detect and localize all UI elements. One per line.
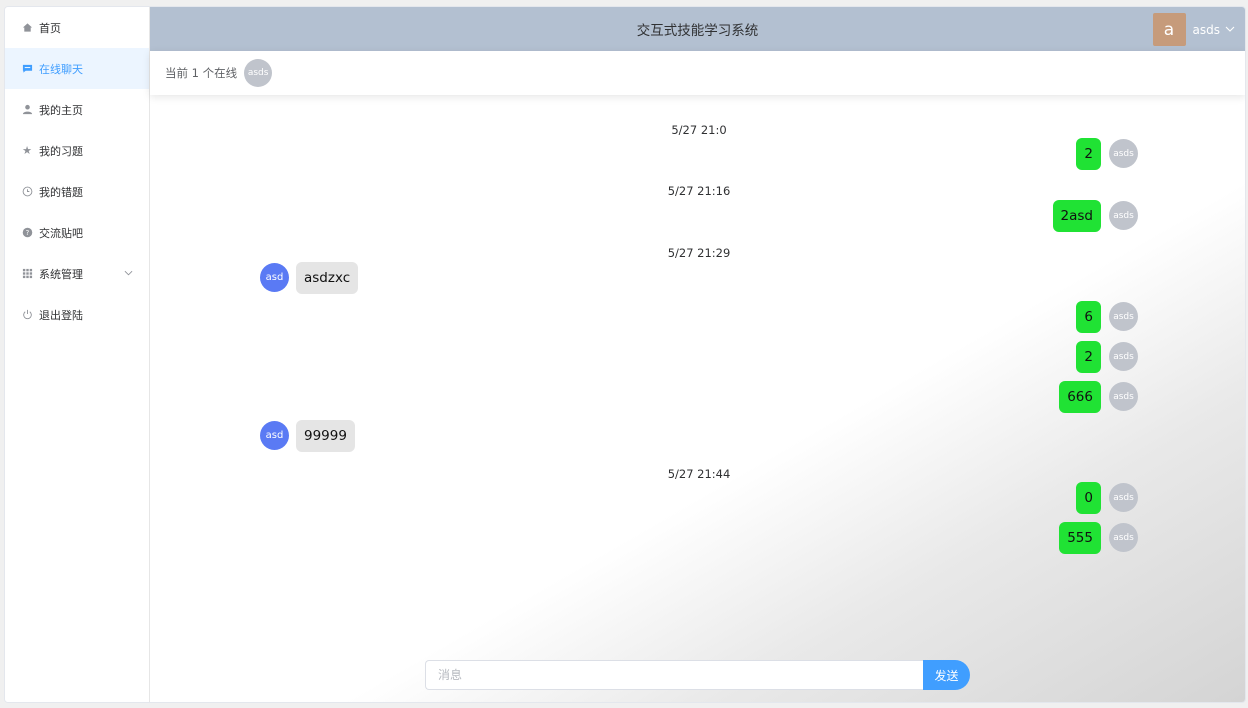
sidebar-item-label: 退出登陆 bbox=[39, 308, 83, 322]
avatar: asd bbox=[260, 263, 289, 292]
avatar: asds bbox=[1109, 302, 1138, 331]
top-header: 交互式技能学习系统 a asds bbox=[150, 7, 1245, 51]
user-icon bbox=[21, 104, 33, 116]
sidebar-item-chat[interactable]: 在线聊天 bbox=[5, 48, 149, 89]
message-bubble: 2asd bbox=[1052, 200, 1101, 232]
message-bubble: 555 bbox=[1059, 522, 1101, 554]
avatar: asds bbox=[1109, 523, 1138, 552]
svg-text:?: ? bbox=[25, 229, 29, 237]
message-composer: 发送 bbox=[425, 660, 970, 690]
message-timestamp: 5/27 21:0 bbox=[671, 123, 727, 137]
page-title: 交互式技能学习系统 bbox=[636, 23, 759, 39]
online-users-bar: 当前 1 个在线 asds bbox=[150, 51, 1245, 95]
sidebar-item-logout[interactable]: 退出登陆 bbox=[5, 294, 149, 335]
sidebar-item-forum[interactable]: ? 交流贴吧 bbox=[5, 212, 149, 253]
sidebar-item-exercises[interactable]: ★ 我的习题 bbox=[5, 130, 149, 171]
power-icon bbox=[21, 309, 33, 321]
avatar[interactable]: a bbox=[1152, 13, 1186, 46]
sidebar-item-system[interactable]: 系统管理 bbox=[5, 253, 149, 294]
message-bubble: asdzxc bbox=[296, 262, 359, 294]
sidebar-item-label: 系统管理 bbox=[39, 267, 83, 281]
user-menu[interactable]: a asds bbox=[1152, 13, 1235, 46]
message-timestamp: 5/27 21:44 bbox=[667, 467, 731, 481]
help-icon: ? bbox=[21, 227, 33, 239]
clock-icon bbox=[21, 186, 33, 198]
message-bubble: 0 bbox=[1076, 482, 1101, 514]
sidebar-item-label: 交流贴吧 bbox=[39, 226, 83, 240]
avatar: asds bbox=[1109, 342, 1138, 371]
sidebar-item-label: 首页 bbox=[39, 21, 61, 35]
message-bubble: 99999 bbox=[296, 420, 355, 452]
sidebar-item-label: 我的习题 bbox=[39, 144, 83, 158]
avatar: asd bbox=[260, 421, 289, 450]
chevron-down-icon[interactable] bbox=[1225, 24, 1235, 35]
home-icon bbox=[21, 22, 33, 34]
message-timestamp: 5/27 21:29 bbox=[667, 246, 731, 260]
username[interactable]: asds bbox=[1193, 23, 1220, 37]
sidebar-item-profile[interactable]: 我的主页 bbox=[5, 89, 149, 130]
message-timestamp: 5/27 21:16 bbox=[667, 184, 731, 198]
chat-icon bbox=[21, 63, 33, 75]
sidebar-item-home[interactable]: 首页 bbox=[5, 7, 149, 48]
avatar: asds bbox=[1109, 139, 1138, 168]
avatar: asds bbox=[1109, 382, 1138, 411]
online-user-avatar[interactable]: asds bbox=[244, 59, 273, 87]
sidebar-item-label: 我的错题 bbox=[39, 185, 83, 199]
chat-area[interactable]: 5/27 21:0 5/27 21:16 5/27 21:29 5/27 21:… bbox=[150, 95, 1245, 702]
chevron-down-icon bbox=[124, 269, 133, 279]
avatar: asds bbox=[1109, 201, 1138, 230]
message-bubble: 666 bbox=[1059, 381, 1101, 413]
sidebar-item-mistakes[interactable]: 我的错题 bbox=[5, 171, 149, 212]
message-bubble: 2 bbox=[1076, 138, 1101, 170]
star-icon: ★ bbox=[22, 144, 32, 157]
grid-icon bbox=[21, 268, 33, 280]
message-bubble: 6 bbox=[1076, 301, 1101, 333]
online-count: 当前 1 个在线 bbox=[165, 66, 238, 80]
sidebar: 首页 在线聊天 我的主页 ★ 我的习题 我的错题 ? 交流贴吧 系统管理 退出登… bbox=[5, 7, 150, 702]
send-button[interactable]: 发送 bbox=[923, 660, 970, 690]
message-bubble: 2 bbox=[1076, 341, 1101, 373]
app-window: 首页 在线聊天 我的主页 ★ 我的习题 我的错题 ? 交流贴吧 系统管理 退出登… bbox=[4, 6, 1246, 703]
message-input[interactable] bbox=[425, 660, 923, 690]
sidebar-item-label: 我的主页 bbox=[39, 103, 83, 117]
avatar: asds bbox=[1109, 483, 1138, 512]
sidebar-item-label: 在线聊天 bbox=[39, 62, 83, 76]
